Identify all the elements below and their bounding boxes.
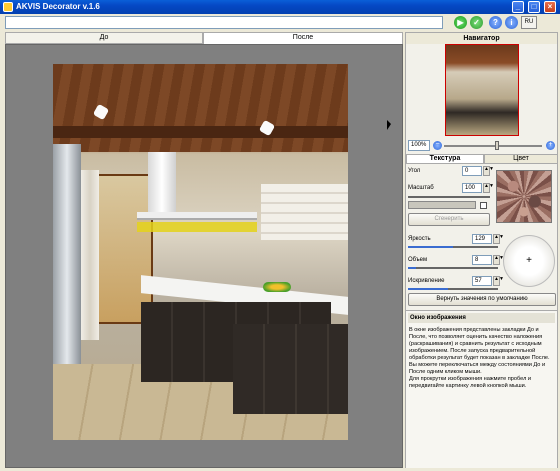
tab-texture[interactable]: Текстура	[406, 154, 484, 164]
close-button[interactable]: ×	[544, 1, 556, 13]
zoom-field[interactable]: 100%	[408, 140, 430, 151]
texture-checkbox[interactable]	[480, 202, 487, 209]
vegetables	[263, 282, 291, 292]
right-panel: Навигатор 100% − + Текстура Цвет Угол 0 …	[405, 32, 558, 468]
tab-color[interactable]: Цвет	[484, 154, 558, 164]
tab-after[interactable]: После	[203, 32, 403, 44]
run-icon[interactable]: ▶	[454, 16, 467, 29]
scale-input[interactable]: 100	[462, 183, 482, 193]
reset-defaults-button[interactable]: Вернуть значения по умолчанию	[408, 293, 556, 306]
range-hood	[148, 152, 176, 216]
volume-input[interactable]: 8	[472, 255, 492, 265]
title-bar: AKVIS Decorator v.1.6 _ □ ×	[0, 0, 560, 14]
zoom-slider[interactable]	[444, 145, 542, 147]
language-button[interactable]: RU	[521, 16, 537, 29]
minimize-button[interactable]: _	[512, 1, 524, 13]
mouse-cursor-icon	[387, 120, 391, 130]
toolbar: ▶ ✓ ? i RU	[0, 14, 560, 32]
info-text: В окне изображения представлены закладки…	[409, 327, 550, 389]
scale-label: Масштаб	[408, 185, 434, 191]
distortion-spinner[interactable]: ▲▼	[493, 276, 504, 286]
navigator-thumbnail[interactable]	[445, 44, 519, 136]
volume-spinner[interactable]: ▲▼	[493, 255, 504, 265]
base-cabinets-corner	[233, 324, 348, 414]
kitchen-photo	[53, 64, 348, 440]
angle-spinner[interactable]: ▲▼	[483, 166, 494, 176]
brightness-spinner[interactable]: ▲▼	[493, 234, 504, 244]
scale-spinner[interactable]: ▲▼	[483, 183, 494, 193]
brightness-input[interactable]: 129	[472, 234, 492, 244]
apply-icon[interactable]: ✓	[470, 16, 483, 29]
watermark-logo	[430, 436, 558, 468]
brightness-label: Яркость	[408, 236, 431, 242]
upper-cabinets	[261, 184, 348, 240]
app-icon	[3, 2, 13, 12]
curtain	[81, 170, 99, 340]
image-canvas[interactable]	[5, 44, 403, 468]
zoom-out-icon[interactable]: −	[433, 141, 442, 150]
tab-before[interactable]: До	[5, 32, 203, 44]
hood-light	[137, 222, 257, 232]
brightness-slider-fill	[408, 246, 453, 248]
generate-button[interactable]: Сгенерить	[408, 213, 490, 226]
distortion-label: Искривление	[408, 278, 445, 284]
info-title: Окно изображения	[408, 313, 555, 323]
volume-label: Объем	[408, 257, 428, 263]
path-field[interactable]	[5, 16, 443, 29]
help-icon[interactable]: ?	[489, 16, 502, 29]
range-hood-base	[137, 212, 257, 220]
direction-joystick[interactable]: +	[503, 235, 555, 287]
zoom-row: 100% − +	[406, 140, 557, 152]
distortion-input[interactable]: 57	[472, 276, 492, 286]
settings-icon[interactable]: i	[505, 16, 518, 29]
zoom-slider-handle[interactable]	[495, 141, 499, 150]
texture-preview[interactable]	[496, 170, 552, 223]
maximize-button[interactable]: □	[528, 1, 540, 13]
navigator-title: Навигатор	[406, 33, 557, 44]
volume-slider-fill	[408, 267, 416, 269]
volume-slider[interactable]	[408, 267, 498, 269]
zoom-in-icon[interactable]: +	[546, 141, 555, 150]
ceiling-beam	[53, 126, 348, 138]
distortion-slider-fill	[408, 288, 448, 290]
texture-color-bar[interactable]	[408, 201, 476, 209]
scale-slider[interactable]	[408, 196, 490, 198]
angle-input[interactable]: 0	[462, 166, 482, 176]
angle-label: Угол	[408, 168, 421, 174]
window-title: AKVIS Decorator v.1.6	[16, 2, 100, 11]
